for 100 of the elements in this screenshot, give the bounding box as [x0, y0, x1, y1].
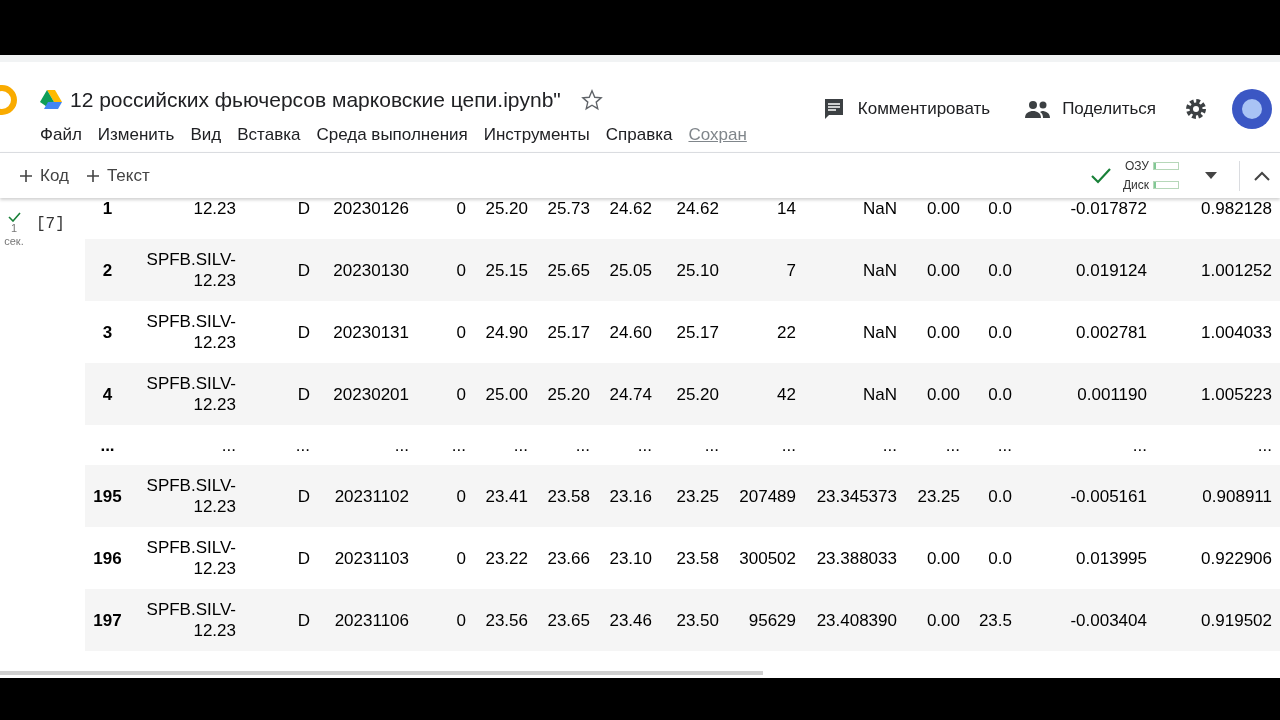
menu-item[interactable]: Справка — [597, 121, 681, 147]
table-cell: 0.002781 — [1020, 301, 1155, 363]
table-cell: ... — [130, 425, 244, 465]
table-cell: ... — [804, 425, 905, 465]
row-index: 4 — [85, 363, 130, 425]
table-cell: SPFB.SILV-12.23 — [130, 239, 244, 301]
table-cell: 0.0 — [968, 239, 1020, 301]
table-cell: ... — [474, 425, 536, 465]
menu-item[interactable]: Файл — [32, 121, 90, 147]
table-cell: 95629 — [727, 589, 804, 651]
table-cell: ... — [536, 425, 598, 465]
table-cell: 23.25 — [905, 465, 968, 527]
table-cell: 25.15 — [474, 239, 536, 301]
table-cell: 20230126 — [318, 198, 417, 239]
table-cell: 24.90 — [474, 301, 536, 363]
add-text-button[interactable]: Текст — [80, 161, 156, 190]
table-cell: 24.60 — [598, 301, 660, 363]
table-cell: 0.0 — [968, 465, 1020, 527]
menu-item[interactable]: Среда выполнения — [308, 121, 476, 147]
table-cell: 23.66 — [536, 527, 598, 589]
table-cell: -0.003404 — [1020, 589, 1155, 651]
table-cell: 25.73 — [536, 198, 598, 239]
table-cell: 25.00 — [474, 363, 536, 425]
table-cell: 0.00 — [905, 363, 968, 425]
table-cell: ... — [318, 425, 417, 465]
star-icon[interactable] — [580, 88, 603, 111]
table-cell: 0.00 — [905, 198, 968, 239]
row-index: 3 — [85, 301, 130, 363]
table-cell: D — [244, 363, 318, 425]
table-cell: -0.017872 — [1020, 198, 1155, 239]
plus-icon — [20, 169, 32, 182]
check-icon[interactable] — [1090, 167, 1111, 184]
settings-icon[interactable] — [1184, 97, 1208, 121]
table-cell: D — [244, 239, 318, 301]
notebook-title[interactable]: 12 российских фьючерсов марковские цепи.ipynb" — [70, 84, 561, 116]
dropdown-caret-icon[interactable] — [1205, 172, 1217, 179]
table-cell: 20231102 — [318, 465, 417, 527]
table-cell: SPFB.SILV-12.23 — [130, 589, 244, 651]
table-cell: 25.05 — [598, 239, 660, 301]
table-cell: SPFB.SILV-12.23 — [130, 465, 244, 527]
table-cell: SPFB.SILV-12.23 — [130, 363, 244, 425]
table-cell: 0.001190 — [1020, 363, 1155, 425]
table-cell: 7 — [727, 239, 804, 301]
table-cell: 0 — [417, 239, 474, 301]
table-cell: 23.65 — [536, 589, 598, 651]
table-cell: 0.00 — [905, 301, 968, 363]
menu-item[interactable]: Изменить — [89, 121, 183, 147]
table-cell: ... — [1155, 425, 1280, 465]
row-index: 195 — [85, 465, 130, 527]
table-cell: 12.23 — [130, 198, 244, 239]
duration-unit: сек. — [4, 235, 24, 248]
table-cell: 0 — [417, 589, 474, 651]
table-cell: 0 — [417, 465, 474, 527]
table-cell: 20231106 — [318, 589, 417, 651]
menu-item[interactable]: Инструменты — [475, 121, 598, 147]
table-cell: 14 — [727, 198, 804, 239]
row-index: 2 — [85, 239, 130, 301]
table-cell: 25.17 — [536, 301, 598, 363]
table-cell: ... — [905, 425, 968, 465]
table-cell: 23.10 — [598, 527, 660, 589]
table-cell: 0 — [417, 527, 474, 589]
table-cell: ... — [727, 425, 804, 465]
menu-item[interactable]: Вид — [182, 121, 230, 147]
table-cell: 22 — [727, 301, 804, 363]
drive-icon[interactable] — [40, 90, 62, 110]
table-cell: NaN — [804, 239, 905, 301]
menu-item[interactable]: Вставка — [229, 121, 309, 147]
table-cell: 23.25 — [660, 465, 727, 527]
table-cell: 42 — [727, 363, 804, 425]
row-index: ... — [85, 425, 130, 465]
table-cell: 25.20 — [660, 363, 727, 425]
avatar-icon[interactable] — [1232, 89, 1272, 129]
table-cell: NaN — [804, 198, 905, 239]
table-cell: 20230130 — [318, 239, 417, 301]
collapse-chevron-icon[interactable] — [1254, 170, 1270, 181]
comment-button[interactable]: Комментировать — [853, 96, 1001, 122]
table-cell: 0 — [417, 198, 474, 239]
table-cell: 20230131 — [318, 301, 417, 363]
table-cell: 23.41 — [474, 465, 536, 527]
row-index: 196 — [85, 527, 130, 589]
table-cell: ... — [598, 425, 660, 465]
table-cell: 1.001252 — [1155, 239, 1280, 301]
table-cell: 0.019124 — [1020, 239, 1155, 301]
table-cell: 24.62 — [598, 198, 660, 239]
table-cell: 0.00 — [905, 239, 968, 301]
save-status-link[interactable]: Сохран — [680, 121, 755, 147]
table-cell: 23.58 — [536, 465, 598, 527]
table-cell: 24.62 — [660, 198, 727, 239]
table-cell: 0 — [417, 363, 474, 425]
row-index: 197 — [85, 589, 130, 651]
add-code-button[interactable]: Код — [14, 161, 75, 190]
table-cell: 0 — [417, 301, 474, 363]
table-cell: 25.20 — [474, 198, 536, 239]
ram-label: ОЗУ — [1124, 159, 1149, 173]
table-cell: D — [244, 301, 318, 363]
table-cell: 0.0 — [968, 301, 1020, 363]
share-button[interactable]: Поделиться — [1058, 96, 1160, 122]
table-cell: 23.46 — [598, 589, 660, 651]
horizontal-scrollbar[interactable] — [0, 671, 763, 675]
people-icon[interactable] — [1024, 100, 1051, 118]
